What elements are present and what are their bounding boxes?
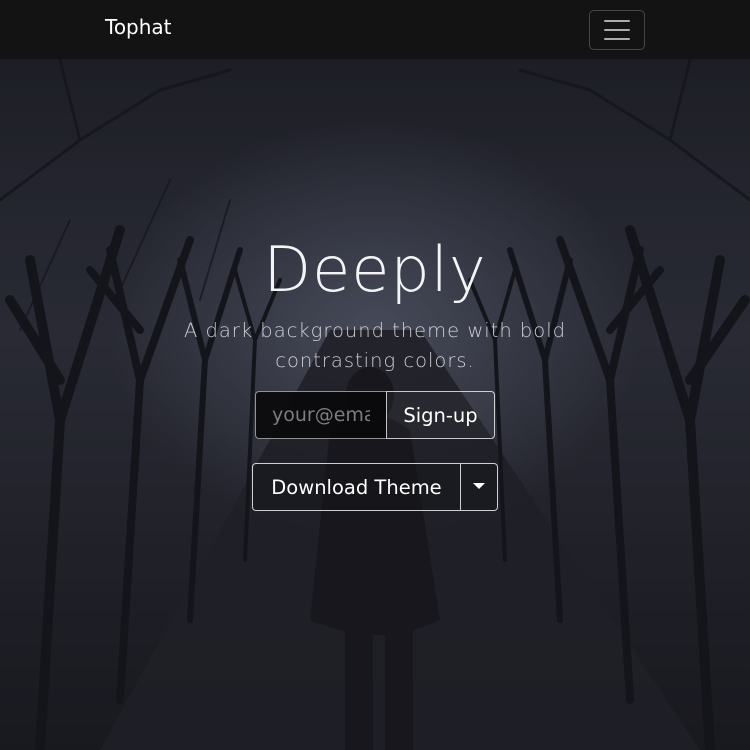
email-input[interactable]: [255, 391, 386, 439]
navbar: Tophat: [0, 0, 750, 59]
navbar-toggler-button[interactable]: [589, 10, 645, 50]
hamburger-icon: [604, 20, 630, 40]
caret-down-icon: [473, 482, 485, 489]
hero-lead-text: A dark background theme with bold contra…: [183, 319, 567, 372]
download-dropdown-toggle[interactable]: [461, 463, 498, 511]
download-theme-button[interactable]: Download Theme: [252, 463, 461, 511]
signup-form: Sign-up: [255, 391, 495, 439]
hero-title: Deeply: [263, 233, 487, 306]
navbar-brand[interactable]: Tophat: [105, 15, 172, 39]
hero-section: Deeply A dark background theme with bold…: [0, 230, 750, 376]
download-button-group: Download Theme: [252, 463, 498, 511]
signup-button[interactable]: Sign-up: [386, 391, 495, 439]
